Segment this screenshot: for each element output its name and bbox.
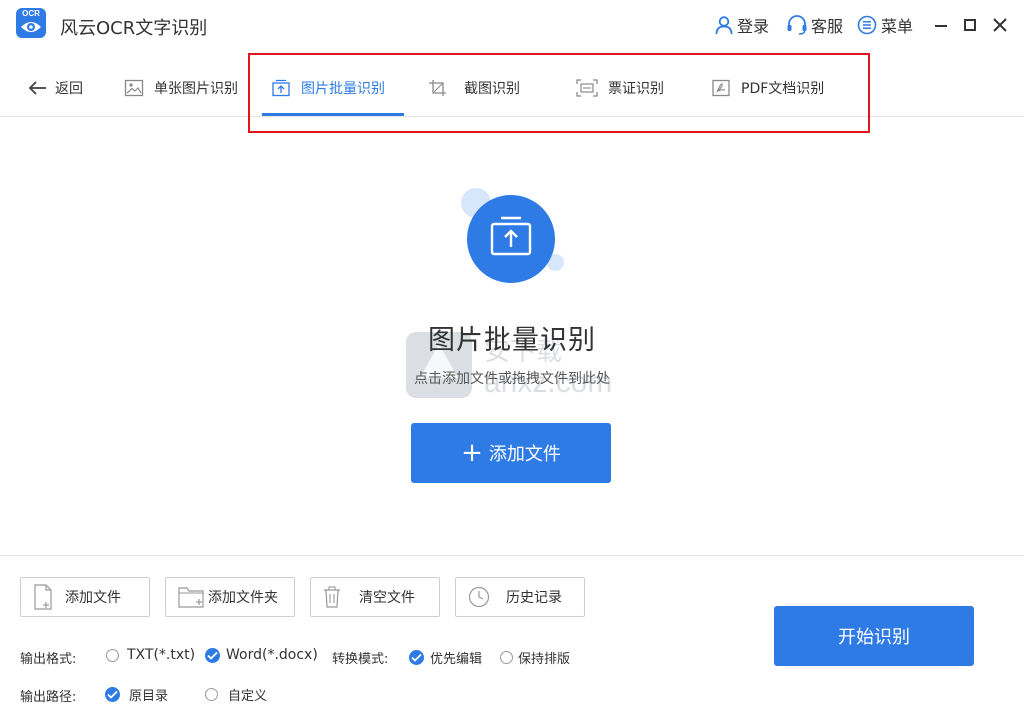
image-icon (124, 79, 144, 97)
radio-unchecked-icon (500, 651, 513, 664)
format-word-label: Word(*.docx) (226, 647, 318, 663)
menu-icon (857, 15, 877, 35)
clear-files-button[interactable]: 清空文件 (310, 577, 440, 617)
radio-unchecked-icon (106, 648, 119, 662)
add-folder-label: 添加文件夹 (208, 590, 278, 606)
back-label: 返回 (55, 81, 83, 97)
mode-keep-layout-radio[interactable]: 保持排版 (500, 648, 570, 667)
user-icon (715, 16, 733, 35)
menu-button[interactable]: 菜单 (856, 14, 913, 36)
output-path-label: 输出路径: (20, 690, 77, 705)
path-original-label: 原目录 (129, 689, 169, 704)
radio-checked-icon (205, 647, 220, 663)
radio-checked-icon (409, 650, 424, 665)
history-button[interactable]: 历史记录 (455, 577, 585, 617)
output-format-label: 输出格式: (20, 652, 77, 667)
batch-upload-icon[interactable] (467, 195, 555, 283)
folder-add-icon (178, 587, 204, 608)
divider (0, 555, 1024, 556)
file-add-icon (34, 584, 52, 610)
mode-edit-first-radio[interactable]: 优先编辑 (409, 648, 482, 667)
format-txt-label: TXT(*.txt) (127, 647, 196, 663)
radio-checked-icon (105, 687, 120, 702)
close-icon[interactable] (991, 16, 1009, 34)
menu-label: 菜单 (881, 17, 914, 36)
headset-icon (787, 15, 807, 35)
clock-icon (468, 586, 490, 608)
login-button[interactable]: 登录 (714, 14, 769, 36)
plus-icon: + (461, 438, 483, 468)
app-logo-text: OCR (22, 9, 40, 18)
title-bar: OCR 风云OCR文字识别 登录 客服 菜单 (0, 0, 1024, 52)
add-file-label: 添加文件 (488, 444, 561, 465)
trash-icon (324, 586, 340, 608)
path-original-radio[interactable]: 原目录 (105, 685, 168, 704)
convert-mode-label: 转换模式: (332, 652, 389, 667)
mode-keep-layout-label: 保持排版 (518, 652, 571, 667)
dropzone-title: 图片批量识别 (428, 325, 596, 356)
maximize-icon[interactable] (961, 16, 979, 34)
clear-files-label: 清空文件 (359, 590, 415, 606)
history-label: 历史记录 (506, 590, 562, 606)
back-button[interactable]: 返回 (28, 62, 83, 114)
customer-service-button[interactable]: 客服 (786, 14, 843, 36)
start-recognition-button[interactable]: 开始识别 (774, 606, 974, 666)
service-label: 客服 (811, 17, 844, 36)
app-title: 风云OCR文字识别 (60, 18, 208, 39)
format-txt-radio[interactable]: TXT(*.txt) (106, 647, 195, 663)
path-custom-label: 自定义 (228, 689, 268, 704)
tab-label: 单张图片识别 (154, 81, 238, 97)
mode-edit-first-label: 优先编辑 (430, 652, 483, 667)
minimize-icon[interactable] (932, 16, 950, 34)
add-file-button[interactable]: + 添加文件 (411, 423, 611, 483)
tab-single-image[interactable]: 单张图片识别 (124, 62, 238, 114)
add-folder-button[interactable]: 添加文件夹 (165, 577, 295, 617)
login-label: 登录 (737, 17, 770, 36)
path-custom-radio[interactable]: 自定义 (205, 685, 267, 704)
format-word-radio[interactable]: Word(*.docx) (205, 647, 318, 663)
radio-unchecked-icon (205, 688, 218, 701)
toolbar-add-file-label: 添加文件 (65, 590, 121, 606)
app-logo-icon: OCR (16, 8, 46, 38)
dropzone-hint: 点击添加文件或拖拽文件到此处 (414, 371, 610, 387)
arrow-left-icon (28, 81, 46, 95)
toolbar-add-file-button[interactable]: 添加文件 (20, 577, 150, 617)
